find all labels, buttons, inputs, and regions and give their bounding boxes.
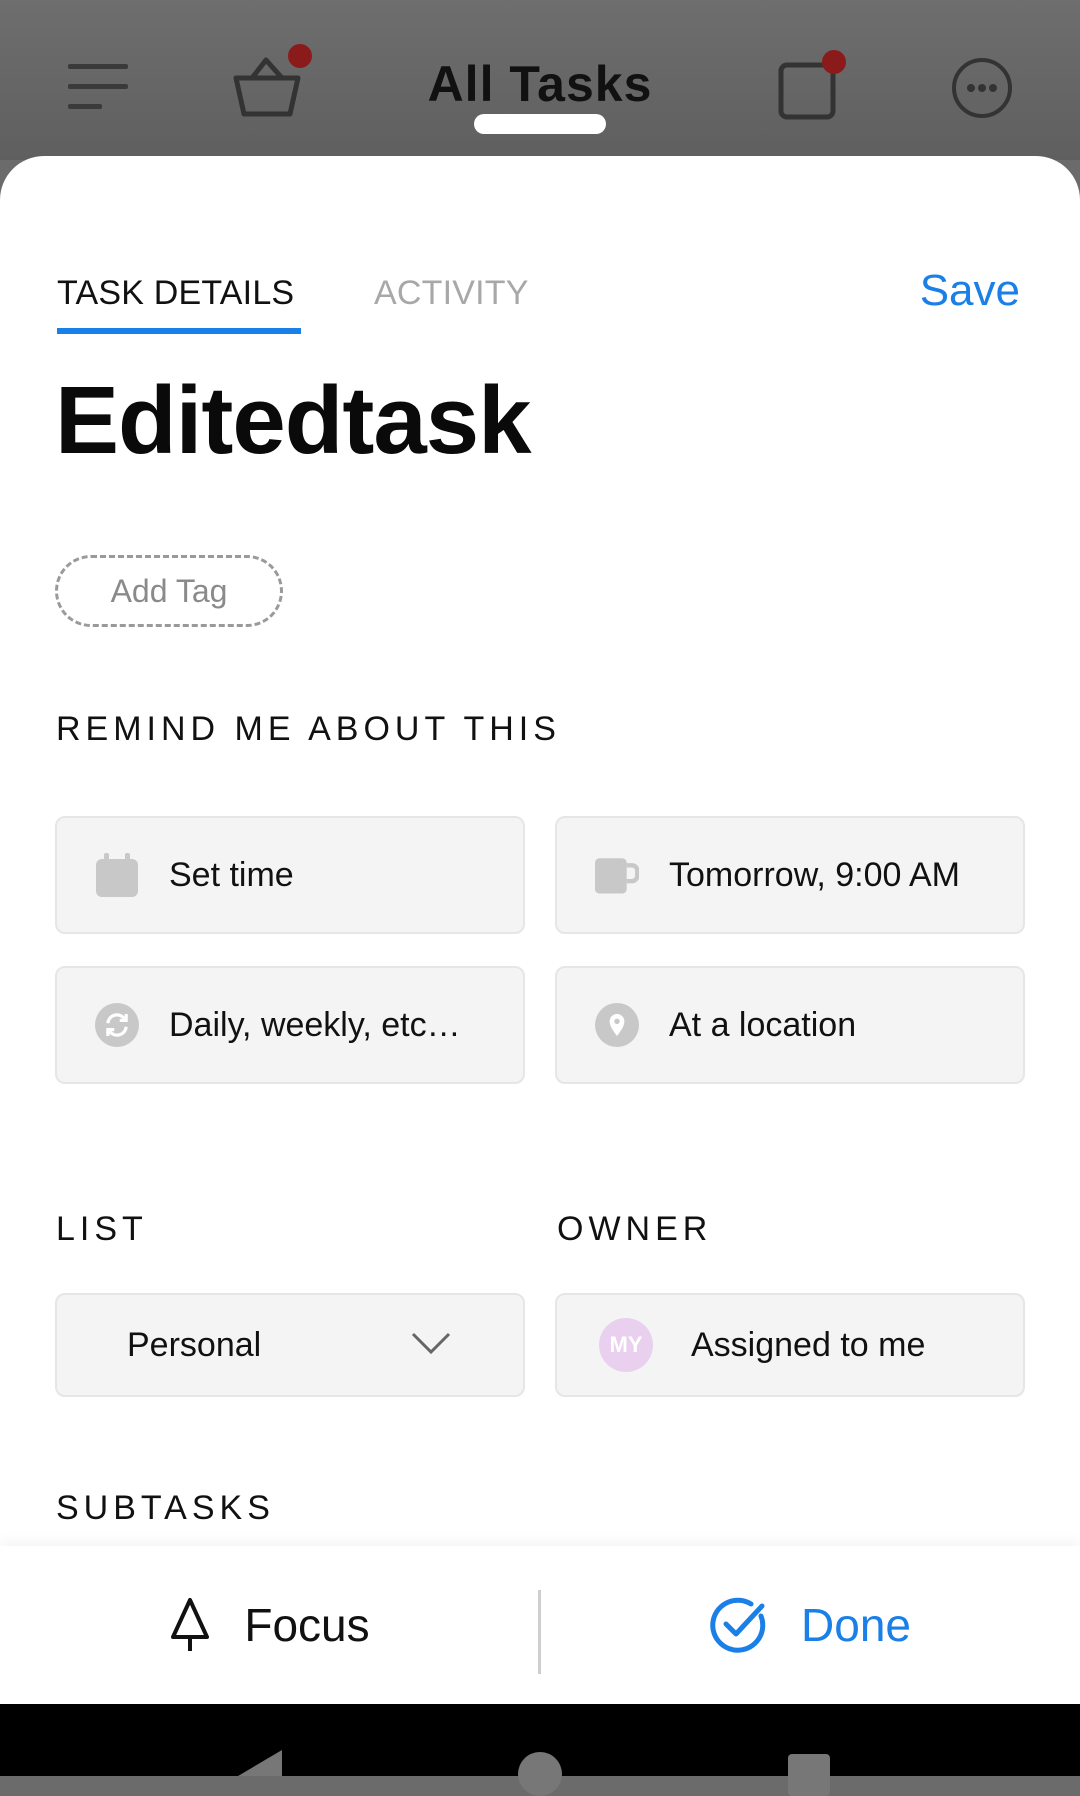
recents-icon[interactable] <box>788 1754 830 1796</box>
more-icon[interactable] <box>950 56 1014 120</box>
subtasks-section-label: SUBTASKS <box>56 1489 275 1527</box>
location-reminder-button[interactable]: At a location <box>555 966 1025 1084</box>
owner-selector[interactable]: MY Assigned to me <box>555 1293 1025 1397</box>
remind-section-label: REMIND ME ABOUT THIS <box>56 710 561 748</box>
done-button[interactable]: Done <box>540 1546 1080 1704</box>
done-label: Done <box>801 1599 911 1651</box>
chevron-down-icon <box>411 1332 451 1355</box>
task-title[interactable]: Editedtask <box>55 366 531 476</box>
list-section-label: LIST <box>56 1210 148 1248</box>
focus-button[interactable]: Focus <box>0 1546 540 1704</box>
system-nav-bar <box>0 1704 1080 1796</box>
add-tag-label: Add Tag <box>110 572 228 609</box>
repeat-button[interactable]: Daily, weekly, etc… <box>55 966 525 1084</box>
check-circle-icon <box>710 1597 766 1653</box>
home-icon[interactable] <box>518 1752 562 1796</box>
location-pin-icon <box>595 1003 639 1047</box>
owner-avatar: MY <box>599 1318 653 1372</box>
active-tab-indicator <box>57 328 301 334</box>
sheet-drag-handle[interactable] <box>474 114 606 134</box>
app-bar: All Tasks <box>0 0 1080 160</box>
app-title: All Tasks <box>427 56 653 112</box>
notes-notification-dot <box>822 50 846 74</box>
tab-activity[interactable]: ACTIVITY <box>374 274 529 313</box>
task-action-bar: Focus Done <box>0 1546 1080 1704</box>
calendar-icon <box>95 853 139 897</box>
set-time-button[interactable]: Set time <box>55 816 525 934</box>
tomorrow-morning-label: Tomorrow, 9:00 AM <box>669 855 961 894</box>
back-icon[interactable] <box>238 1748 290 1776</box>
owner-label: Assigned to me <box>691 1325 926 1364</box>
list-dropdown[interactable]: Personal <box>55 1293 525 1397</box>
set-time-label: Set time <box>169 855 294 894</box>
tab-task-details[interactable]: TASK DETAILS <box>57 274 294 313</box>
repeat-icon <box>95 1003 139 1047</box>
repeat-label: Daily, weekly, etc… <box>169 1005 461 1044</box>
focus-label: Focus <box>244 1599 370 1651</box>
tree-icon <box>171 1598 210 1651</box>
save-button[interactable]: Save <box>920 266 1020 316</box>
tomorrow-morning-button[interactable]: Tomorrow, 9:00 AM <box>555 816 1025 934</box>
location-reminder-label: At a location <box>669 1005 857 1044</box>
add-tag-button[interactable]: Add Tag <box>55 555 283 627</box>
owner-section-label: OWNER <box>557 1210 713 1248</box>
list-selected-value: Personal <box>127 1325 262 1364</box>
task-details-sheet: TASK DETAILS ACTIVITY Save Editedtask Ad… <box>0 156 1080 1704</box>
coffee-mug-icon <box>595 853 639 897</box>
